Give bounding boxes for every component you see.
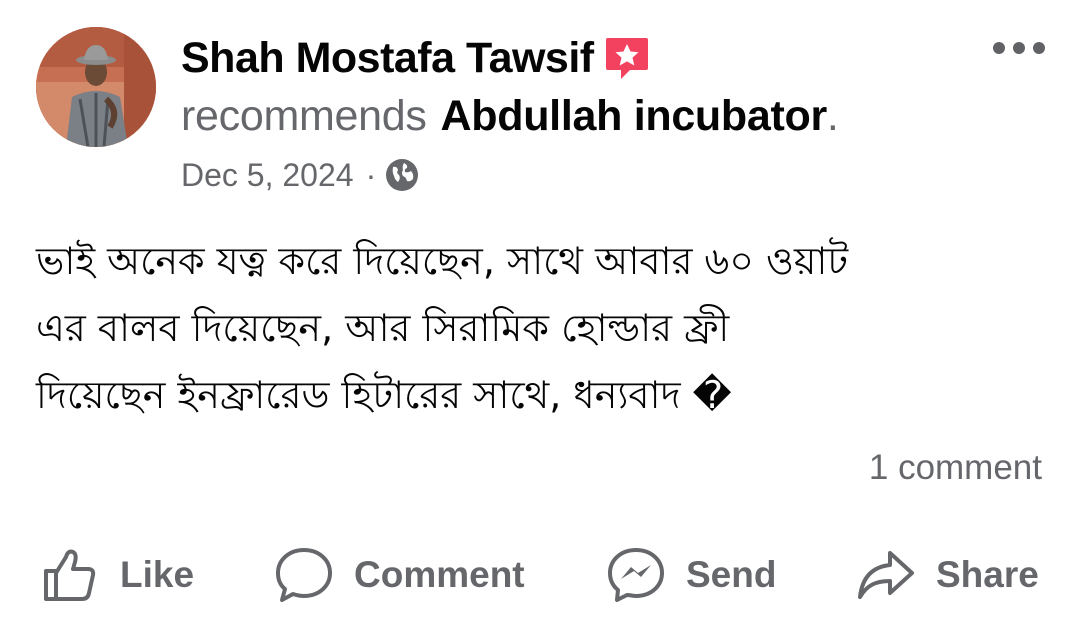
meta-separator: · bbox=[365, 156, 377, 193]
like-button[interactable]: Like bbox=[40, 535, 194, 615]
more-dot bbox=[1013, 42, 1025, 54]
share-label: Share bbox=[936, 554, 1039, 595]
recommends-text: recommends bbox=[181, 91, 427, 140]
author-name[interactable]: Shah Mostafa Tawsif bbox=[181, 34, 594, 83]
recommendation-line: recommends Abdullah incubator . bbox=[181, 88, 839, 144]
post-meta: Dec 5, 2024 · bbox=[181, 152, 420, 198]
post-body: ভাই অনেক যত্ন করে দিয়েছেন, সাথে আবার ৬০… bbox=[36, 228, 1046, 429]
recommendation-star-icon bbox=[604, 34, 650, 82]
post-body-line: এর বালব দিয়েছেন, আর সিরামিক হোল্ডার ফ্র… bbox=[36, 306, 730, 350]
comments-count-link[interactable]: 1 comment bbox=[869, 448, 1042, 488]
more-options-button[interactable] bbox=[984, 30, 1054, 66]
like-label: Like bbox=[120, 554, 195, 595]
globe-icon bbox=[384, 157, 420, 193]
share-arrow-icon bbox=[856, 545, 916, 605]
send-label: Send bbox=[686, 554, 777, 595]
messenger-icon bbox=[606, 545, 666, 605]
action-bar: Like Comment Send Share bbox=[0, 535, 1080, 615]
avatar-image bbox=[36, 27, 156, 147]
send-button[interactable]: Send bbox=[606, 535, 776, 615]
avatar[interactable] bbox=[36, 27, 156, 147]
more-dot bbox=[1033, 42, 1045, 54]
comment-label: Comment bbox=[354, 554, 525, 595]
post-body-line: ভাই অনেক যত্ন করে দিয়েছেন, সাথে আবার ৬০… bbox=[36, 239, 849, 283]
share-button[interactable]: Share bbox=[856, 535, 1039, 615]
thumbs-up-icon bbox=[40, 545, 100, 605]
post-body-line: দিয়েছেন ইনফ্রারেড হিটারের সাথে, ধন্যবাদ… bbox=[36, 373, 732, 417]
more-dot bbox=[993, 42, 1005, 54]
recommendation-post: Shah Mostafa Tawsif recommends Abdullah … bbox=[0, 0, 1080, 623]
page-name-link[interactable]: Abdullah incubator bbox=[441, 92, 828, 141]
comment-bubble-icon bbox=[274, 545, 334, 605]
comment-button[interactable]: Comment bbox=[274, 535, 525, 615]
post-date[interactable]: Dec 5, 2024 bbox=[181, 157, 354, 194]
author-line: Shah Mostafa Tawsif bbox=[181, 30, 650, 86]
period: . bbox=[826, 91, 839, 140]
